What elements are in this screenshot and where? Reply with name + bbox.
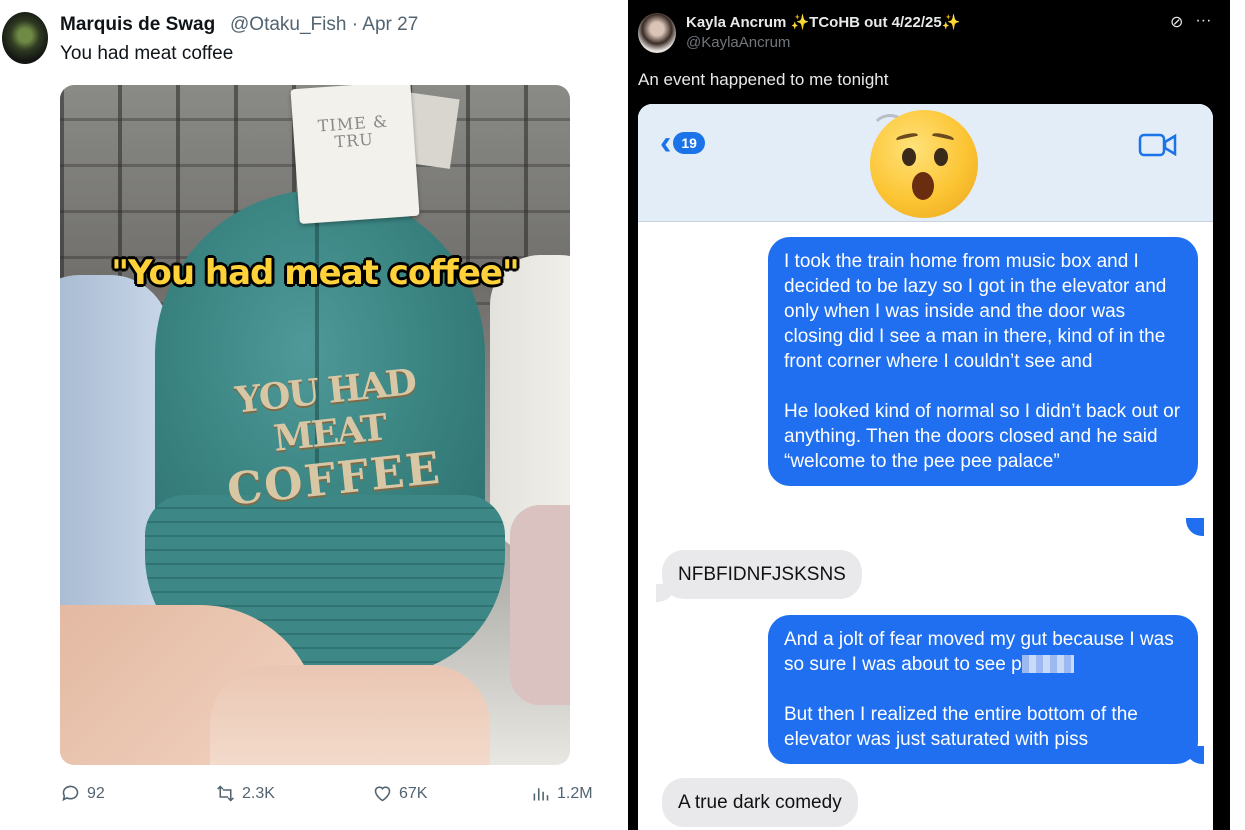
back-button[interactable]: ‹ 19: [660, 126, 705, 160]
repost-icon: [217, 785, 234, 802]
message-1-paragraph-2: He looked kind of normal so I didn’t bac…: [784, 401, 1181, 472]
repost-button[interactable]: 2.3K: [215, 783, 275, 804]
bubble-tail: [1186, 518, 1204, 536]
background-cap-pink: [510, 505, 570, 705]
left-eyebrow: [895, 131, 919, 143]
hand-palm: [210, 665, 490, 765]
reply-button[interactable]: 92: [60, 783, 105, 804]
message-2-paragraph-2: But then I realized the entire bottom of…: [784, 704, 1138, 750]
reply-icon: [62, 785, 79, 802]
meta-separator: ·: [351, 14, 359, 35]
left-eye: [902, 148, 916, 166]
right-eyebrow: [931, 131, 955, 143]
right-tweet: Kayla Ancrum ✨TCoHB out 4/22/25✨ @KaylaA…: [628, 0, 1230, 830]
imessage-header: ‹ 19: [638, 104, 1213, 222]
tweet-date[interactable]: Apr 27: [362, 14, 418, 35]
open-mouth: [912, 172, 934, 200]
video-call-icon[interactable]: [1138, 132, 1178, 163]
tweet-photo[interactable]: TIME & TRU YOU HAD MEAT COFFEE "You had …: [60, 85, 570, 765]
tweet-text: You had meat coffee: [60, 43, 234, 64]
message-2-paragraph-1: And a jolt of fear moved my gut because …: [784, 627, 1182, 677]
author-name[interactable]: Marquis de Swag: [60, 14, 215, 36]
message-2-text: And a jolt of fear moved my gut because …: [784, 629, 1174, 675]
brand-tag: TIME & TRU: [290, 85, 420, 225]
right-eye: [934, 148, 948, 166]
imessage-screenshot[interactable]: ‹ 19 I took the train home from music bo…: [638, 104, 1213, 830]
bubble-tail: [1186, 746, 1204, 764]
tweet-header-icons: ⊘ ···: [1170, 12, 1211, 32]
heart-icon: [374, 786, 391, 802]
message-1-paragraph-1: I took the train home from music box and…: [784, 251, 1167, 372]
like-count: 67K: [399, 784, 428, 802]
reply-count: 92: [87, 784, 105, 802]
bubble-tail: [656, 584, 674, 602]
left-tweet: Marquis de Swag @Otaku_Fish · Apr 27 You…: [0, 0, 615, 830]
author-handle[interactable]: @KaylaAncrum: [686, 34, 790, 51]
author-name[interactable]: Kayla Ancrum ✨TCoHB out 4/22/25✨: [686, 13, 960, 31]
overlay-caption: "You had meat coffee": [111, 253, 519, 293]
repost-count: 2.3K: [242, 784, 275, 802]
received-message-1: NFBFIDNFJSKSNS: [662, 550, 862, 599]
page-edge: [1230, 0, 1245, 830]
received-message-2: A true dark comedy: [662, 778, 858, 827]
astonished-face-emoji: [870, 110, 978, 218]
views-icon: [533, 788, 549, 801]
tweet-actions: 92 2.3K 67K 1.2M: [60, 783, 600, 809]
avatar[interactable]: [2, 12, 48, 64]
tweet-text: An event happened to me tonight: [638, 70, 889, 89]
censored-word: [1021, 655, 1074, 673]
views-button[interactable]: 1.2M: [530, 783, 593, 804]
like-button[interactable]: 67K: [372, 783, 427, 804]
grok-icon[interactable]: ⊘: [1170, 12, 1183, 32]
view-count: 1.2M: [557, 784, 593, 802]
sent-message-1: I took the train home from music box and…: [768, 237, 1198, 486]
avatar[interactable]: [638, 13, 676, 53]
unread-badge: 19: [673, 132, 705, 154]
more-icon[interactable]: ···: [1195, 12, 1211, 32]
sent-message-2: And a jolt of fear moved my gut because …: [768, 615, 1198, 764]
author-handle[interactable]: @Otaku_Fish: [230, 14, 346, 35]
brand-tag-text: TIME & TRU: [317, 111, 389, 152]
author-meta: @Otaku_Fish · Apr 27: [230, 14, 418, 36]
chevron-left-icon: ‹: [660, 124, 672, 162]
